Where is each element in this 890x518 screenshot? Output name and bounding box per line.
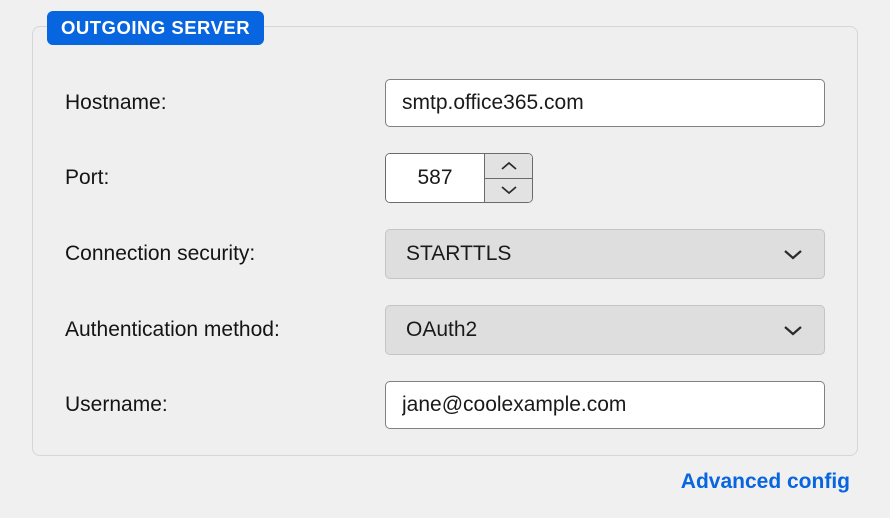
- outgoing-server-panel: OUTGOING SERVER Hostname: Port: Connecti…: [32, 26, 858, 456]
- hostname-input[interactable]: [385, 79, 825, 127]
- security-select[interactable]: STARTTLS: [385, 229, 825, 279]
- security-select-value: STARTTLS: [406, 242, 511, 266]
- username-label: Username:: [65, 393, 385, 417]
- auth-label: Authentication method:: [65, 318, 385, 342]
- chevron-up-icon: [500, 161, 518, 171]
- security-label: Connection security:: [65, 242, 385, 266]
- port-stepper: [385, 153, 533, 203]
- chevron-down-icon: [782, 243, 804, 265]
- auth-row: Authentication method: OAuth2: [65, 305, 825, 355]
- outgoing-server-legend: OUTGOING SERVER: [47, 11, 264, 45]
- advanced-config-link[interactable]: Advanced config: [681, 470, 850, 493]
- port-row: Port:: [65, 153, 825, 203]
- hostname-label: Hostname:: [65, 91, 385, 115]
- port-stepper-buttons: [484, 154, 532, 202]
- chevron-down-icon: [500, 185, 518, 195]
- hostname-row: Hostname:: [65, 79, 825, 127]
- username-input[interactable]: [385, 381, 825, 429]
- port-step-down-button[interactable]: [485, 179, 532, 203]
- port-input[interactable]: [386, 154, 484, 202]
- footer: Advanced config: [32, 456, 858, 494]
- chevron-down-icon: [782, 319, 804, 341]
- auth-select[interactable]: OAuth2: [385, 305, 825, 355]
- port-label: Port:: [65, 166, 385, 190]
- auth-select-value: OAuth2: [406, 318, 477, 342]
- port-step-up-button[interactable]: [485, 154, 532, 179]
- security-row: Connection security: STARTTLS: [65, 229, 825, 279]
- username-row: Username:: [65, 381, 825, 429]
